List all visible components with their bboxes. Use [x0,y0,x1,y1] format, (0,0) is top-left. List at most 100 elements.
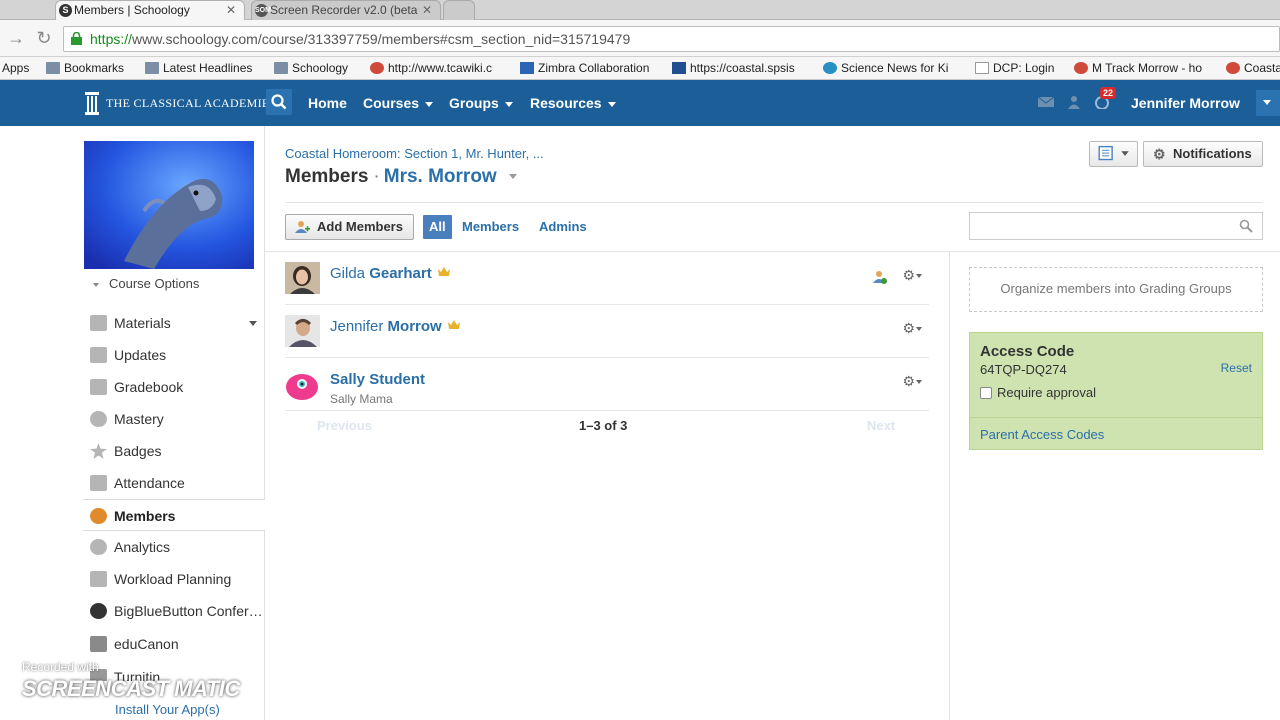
reset-code-link[interactable]: Reset [1221,361,1252,375]
sidebar-item-label: Attendance [114,475,185,491]
avatar[interactable] [285,368,320,400]
sidebar-item-badges[interactable]: Badges [83,435,265,467]
pinwheel-icon [1226,62,1240,74]
previous-page-button[interactable]: Previous [317,418,372,433]
nav-groups[interactable]: Groups [449,80,513,126]
member-search-input[interactable] [969,212,1263,240]
reload-icon[interactable]: ↻ [33,27,55,49]
bookmark-dcp-login[interactable]: DCP: Login [973,57,1054,79]
bookmark-folder-schoology[interactable]: Schoology [272,57,348,79]
member-name-link[interactable]: Gilda Gearhart [330,265,450,282]
user-settings-icon[interactable] [873,270,887,284]
connections-icon[interactable] [1066,95,1082,109]
bookmark-zimbra[interactable]: Zimbra Collaboration [518,57,654,79]
admin-crown-icon [437,267,450,276]
forward-arrow-icon[interactable]: → [5,27,27,49]
educanon-icon [90,636,107,652]
address-bar[interactable]: https://www.schoology.com/course/3133977… [63,26,1280,52]
browser-tab-screen-recorder[interactable]: SOM Screen Recorder v2.0 (beta ✕ [251,0,441,20]
nav-home[interactable]: Home [308,80,347,126]
pagination: Previous 1–3 of 3 Next [285,418,929,434]
sidebar-item-educanon[interactable]: eduCanon [83,628,265,660]
page-count: 1–3 of 3 [579,418,628,433]
nav-resources[interactable]: Resources [530,80,616,126]
members-icon [90,508,107,524]
filter-admins[interactable]: Admins [539,215,587,239]
url-scheme: https:// [90,31,133,47]
breadcrumb[interactable]: Coastal Homeroom: Section 1, Mr. Hunter,… [285,146,544,161]
filter-members[interactable]: Members [462,215,519,239]
sidebar-item-attendance[interactable]: Attendance [83,467,265,499]
install-apps-link[interactable]: Install Your App(s) [115,702,220,717]
parent-access-codes-link[interactable]: Parent Access Codes [980,427,1104,442]
sidebar-item-gradebook[interactable]: Gradebook [83,371,265,403]
chevron-down-icon[interactable] [508,174,517,180]
chevron-down-icon [916,380,922,385]
bookmark-science-news[interactable]: Science News for Ki [821,57,959,79]
column-divider [949,252,950,720]
schoology-header: THE CLASSICAL ACADEMIES Home Courses Gro… [0,80,1280,126]
search-button[interactable] [266,89,292,115]
bookmark-tcawiki[interactable]: http://www.tcawiki.c [368,57,508,79]
logo-text: THE CLASSICAL ACADEMIES [106,96,277,110]
sidebar-item-workload-planning[interactable]: Workload Planning [83,563,265,595]
course-tools-dropdown[interactable] [1089,141,1138,167]
messages-icon[interactable] [1038,95,1054,109]
access-code-heading: Access Code [980,343,1075,360]
new-tab-button[interactable] [443,0,475,20]
course-options-toggle[interactable]: Course Options [93,276,199,291]
chevron-down-icon[interactable] [249,321,257,326]
title-separator: · [373,166,380,187]
bookmark-track-morrow[interactable]: M Track Morrow - ho [1072,57,1208,79]
bookmark-coastal-spsis[interactable]: https://coastal.spsis [670,57,806,79]
member-last-name: Student [369,371,426,388]
member-options-gear[interactable]: ⚙ [902,268,922,282]
user-menu-dropdown[interactable] [1256,90,1280,116]
browser-tab-members[interactable]: S Members | Schoology ✕ [55,0,245,20]
require-approval-option[interactable]: Require approval [980,385,1096,401]
require-approval-checkbox[interactable] [980,387,992,399]
screencast-favicon-icon: SOM [255,4,271,17]
sidebar-item-label: Updates [114,347,167,363]
sidebar-item-mastery[interactable]: Mastery [83,403,265,435]
notifications-button[interactable]: ⚙ Notifications [1143,141,1263,167]
section-owner-link[interactable]: Mrs. Morrow [384,166,497,187]
pinwheel-icon [370,62,384,74]
member-options-gear[interactable]: ⚙ [902,321,922,335]
admin-crown-icon [447,320,460,329]
sidebar-item-members[interactable]: Members [83,499,265,531]
next-page-button[interactable]: Next [867,418,895,433]
watermark-screencast-o-matic: SCREENCAST MATIC [22,676,240,701]
sidebar-item-bigbluebutton[interactable]: BigBlueButton Confer… [83,595,265,627]
course-image-dolphin [84,141,254,269]
sidebar-item-updates[interactable]: Updates [83,339,265,371]
grading-groups-button[interactable]: Organize members into Grading Groups [969,267,1263,312]
member-row: Sally Student Sally Mama ⚙ [285,358,929,411]
filter-all[interactable]: All [423,215,452,239]
chevron-down-icon [607,101,616,107]
sidebar-item-materials[interactable]: Materials [83,307,265,339]
close-tab-icon[interactable]: ✕ [226,1,236,20]
avatar[interactable] [285,262,320,294]
bookmark-folder-latest-headlines[interactable]: Latest Headlines [143,57,252,79]
school-logo[interactable]: THE CLASSICAL ACADEMIES [84,88,276,118]
user-menu-name[interactable]: Jennifer Morrow [1131,80,1240,126]
chevron-down-icon [93,282,99,287]
bookmark-folder-bookmarks[interactable]: Bookmarks [44,57,124,79]
avatar[interactable] [285,315,320,347]
add-members-button[interactable]: Add Members [285,214,414,240]
bookmark-apps[interactable]: Apps [2,57,29,79]
bookmark-label: Zimbra Collaboration [538,61,650,75]
sidebar-item-analytics[interactable]: Analytics [83,531,265,563]
member-options-gear[interactable]: ⚙ [902,374,922,388]
column-logo-icon [85,92,99,115]
member-name-link[interactable]: Sally Student [330,371,425,388]
pinwheel-icon [1074,62,1088,74]
bookmark-coastal[interactable]: Coasta [1224,57,1280,79]
nav-courses[interactable]: Courses [363,80,434,126]
page-icon [975,62,989,74]
close-tab-icon[interactable]: ✕ [422,1,432,20]
tab-title: Screen Recorder v2.0 (beta [270,3,418,17]
member-parent-name[interactable]: Sally Mama [330,392,393,406]
member-name-link[interactable]: Jennifer Morrow [330,318,460,335]
